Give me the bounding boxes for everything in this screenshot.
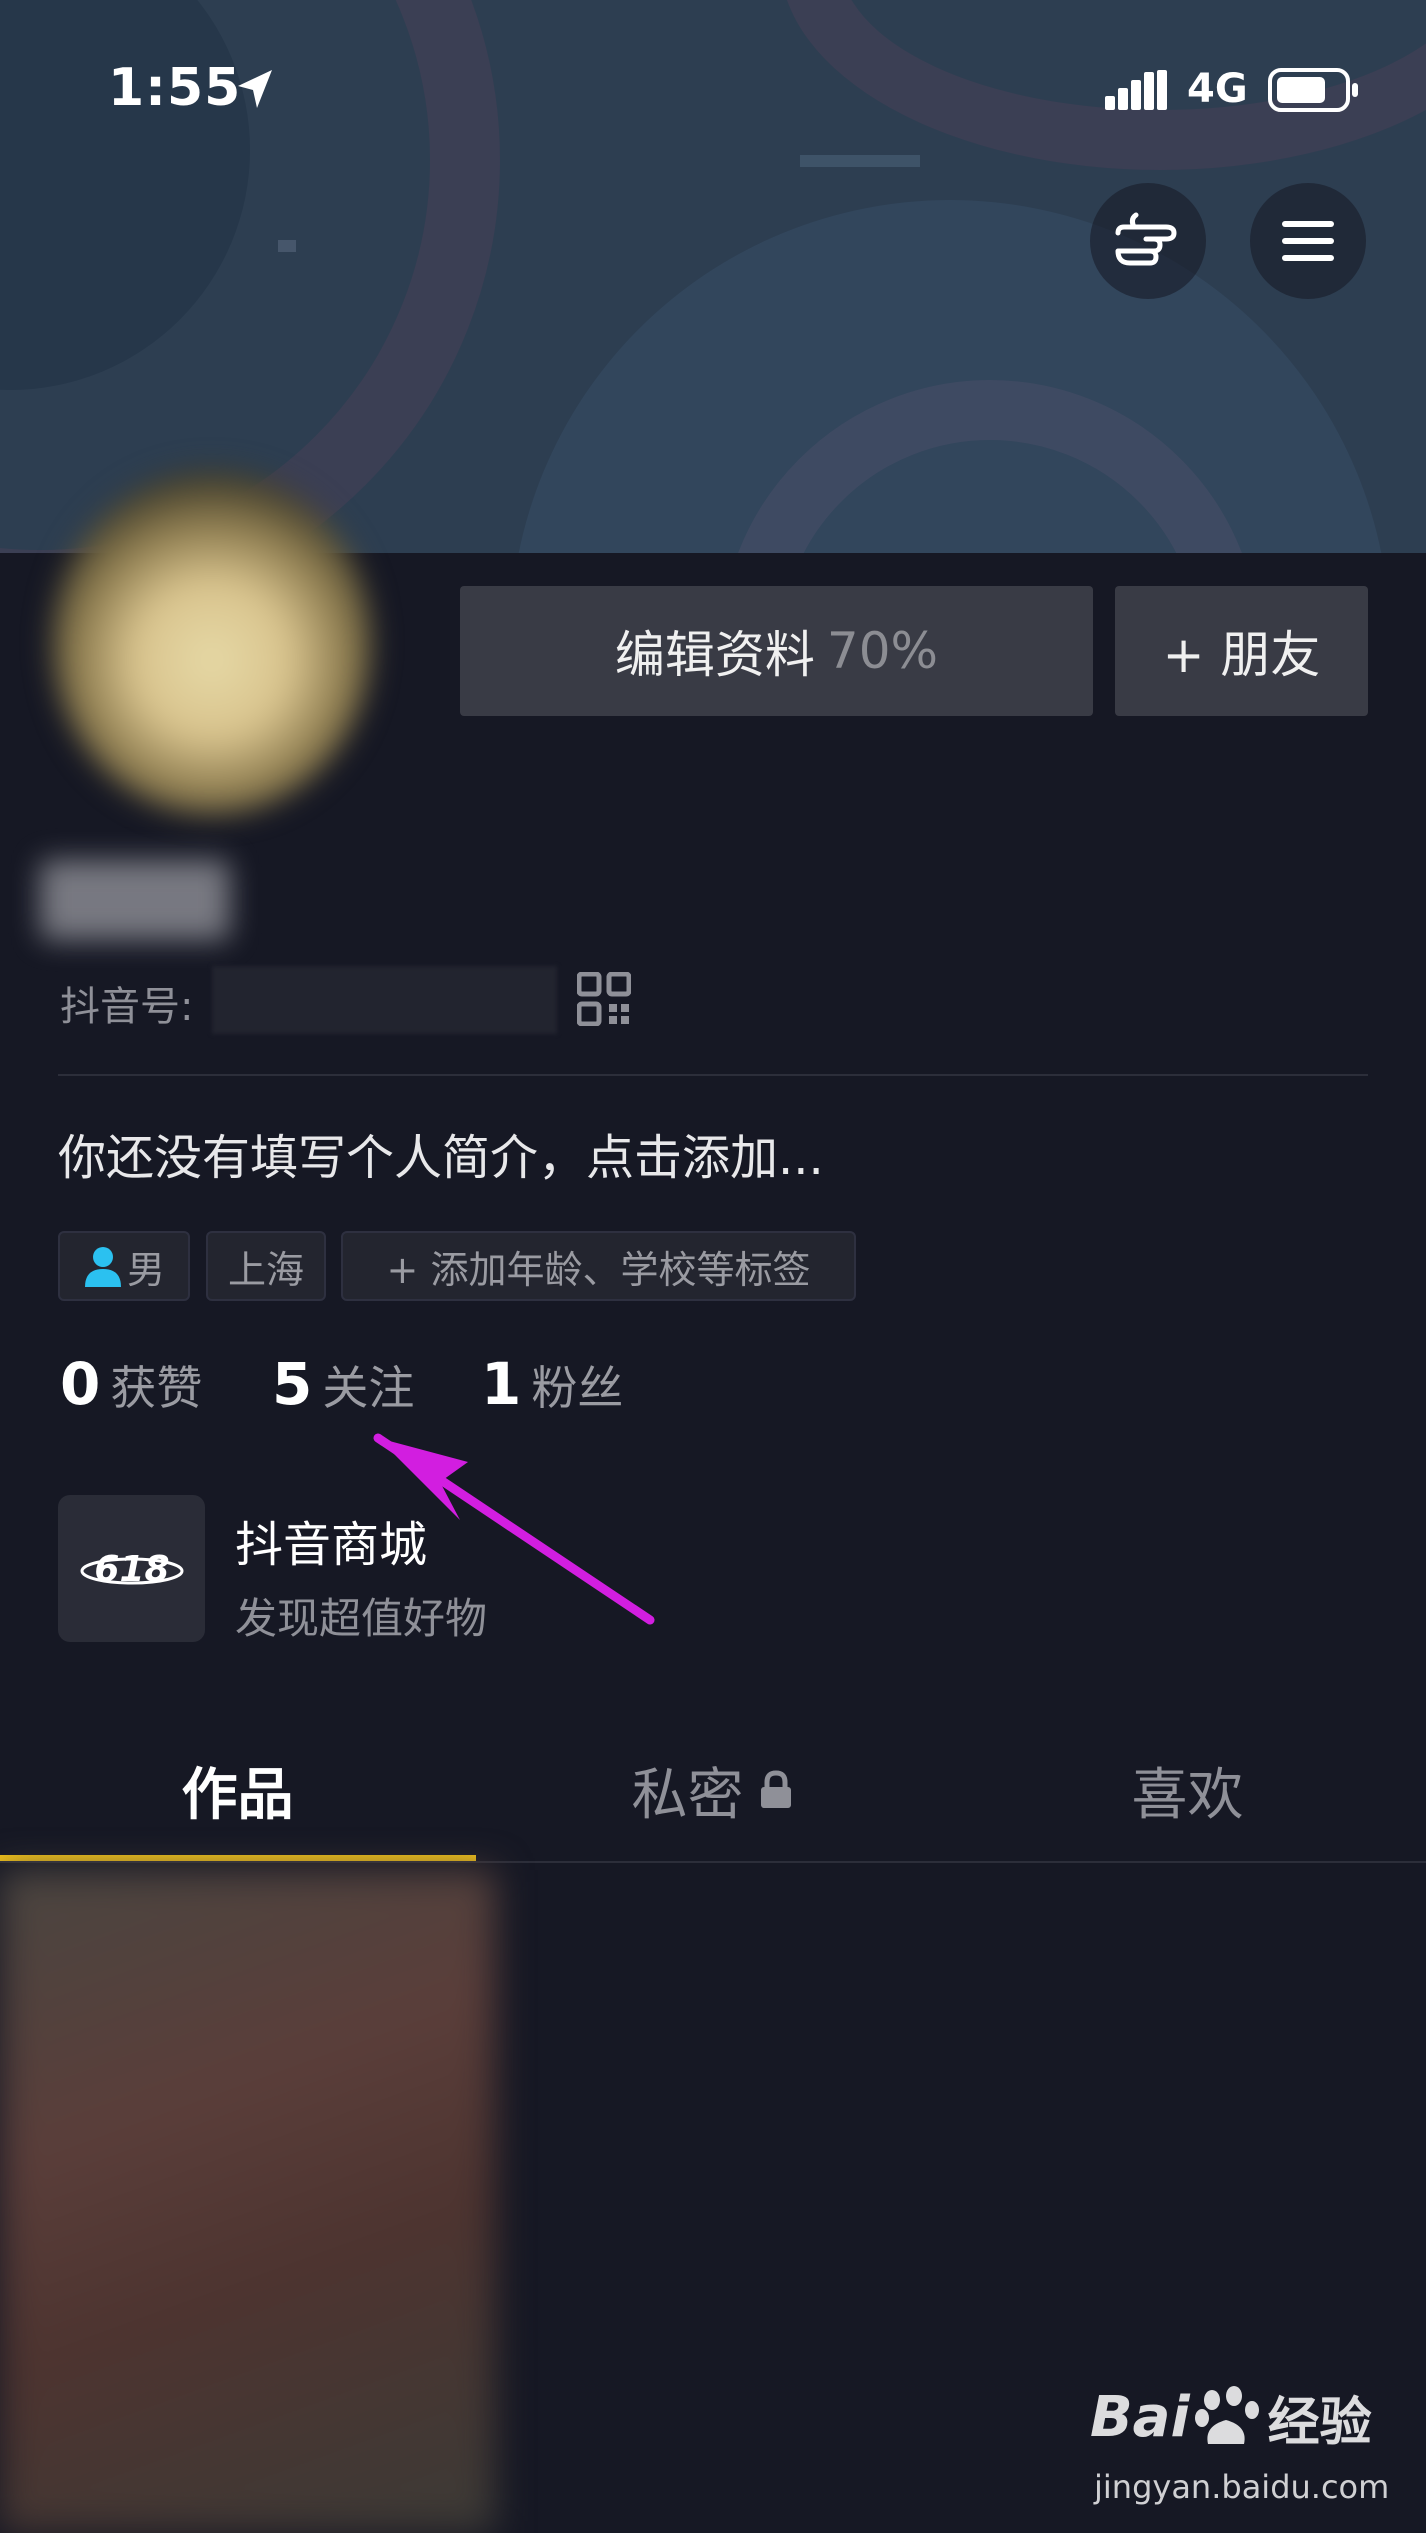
tab-works[interactable]: 作品: [0, 1740, 475, 1840]
following-label: 关注: [322, 1361, 415, 1415]
baidu-watermark: Bai 经验: [1090, 2380, 1372, 2455]
watermark-brand-cn: 经验: [1267, 2393, 1372, 2453]
poke-button[interactable]: [1090, 183, 1206, 299]
edit-profile-label: 编辑资料: [614, 626, 815, 684]
add-friend-button[interactable]: + 朋友: [1115, 586, 1368, 716]
followers-count: 1: [481, 1350, 522, 1418]
location-label: 上海: [227, 1247, 304, 1292]
menu-button[interactable]: [1250, 183, 1366, 299]
tab-works-label: 作品: [181, 1762, 294, 1828]
douyin-id-label: 抖音号:: [60, 984, 194, 1030]
video-thumbnail[interactable]: [0, 1870, 495, 2533]
watermark-url: jingyan.baidu.com: [1094, 2468, 1390, 2506]
profile-divider: [58, 1074, 1368, 1076]
shop-title[interactable]: 抖音商城: [235, 1505, 427, 1575]
status-time: 1:55: [108, 58, 242, 118]
location-arrow-icon: [238, 70, 272, 108]
shop-618-icon: 618: [80, 1549, 183, 1590]
tab-private-label: 私密: [631, 1762, 744, 1828]
likes-label: 获赞: [110, 1361, 203, 1415]
add-friend-label: + 朋友: [1162, 626, 1321, 684]
cellular-signal-icon: [1105, 70, 1167, 110]
lock-icon: [760, 1770, 791, 1808]
qr-code-icon[interactable]: [577, 972, 631, 1026]
bio-placeholder[interactable]: 你还没有填写个人简介，点击添加...: [58, 1118, 824, 1188]
network-type: 4G: [1187, 66, 1248, 112]
gender-icon: [84, 1247, 121, 1287]
watermark-brand: Bai: [1090, 2385, 1190, 2450]
followers-stat[interactable]: 1 粉丝: [481, 1350, 623, 1420]
followers-label: 粉丝: [531, 1361, 624, 1415]
following-count: 5: [272, 1350, 313, 1418]
nickname: [40, 860, 230, 940]
avatar[interactable]: [52, 470, 372, 815]
edit-profile-button[interactable]: 编辑资料 70%: [460, 586, 1093, 716]
tab-likes[interactable]: 喜欢: [950, 1740, 1425, 1840]
following-stat[interactable]: 5 关注: [272, 1350, 414, 1420]
tab-likes-label: 喜欢: [1131, 1762, 1244, 1828]
shop-subtitle: 发现超值好物: [235, 1594, 488, 1643]
add-tags-label: + 添加年龄、学校等标签: [386, 1247, 811, 1292]
shop-logo-text: 618: [94, 1549, 169, 1590]
paw-icon: [1194, 2385, 1259, 2444]
likes-stat[interactable]: 0 获赞: [60, 1350, 202, 1420]
status-bar: 1:55 4G: [0, 0, 1426, 180]
battery-icon: [1268, 68, 1358, 112]
pointing-hand-icon: [1115, 212, 1177, 266]
add-tags-button[interactable]: + 添加年龄、学校等标签: [341, 1231, 856, 1301]
shop-logo[interactable]: 618: [58, 1495, 205, 1642]
location-tag[interactable]: 上海: [206, 1231, 326, 1301]
profile-completion: 70%: [826, 622, 939, 680]
hamburger-menu-icon: [1282, 221, 1334, 261]
tabs-divider: [0, 1861, 1426, 1863]
gender-label: 男: [126, 1247, 165, 1292]
douyin-id-value: [212, 966, 557, 1034]
gender-tag[interactable]: 男: [58, 1231, 190, 1301]
likes-count: 0: [60, 1350, 101, 1418]
tab-private[interactable]: 私密: [475, 1740, 950, 1840]
